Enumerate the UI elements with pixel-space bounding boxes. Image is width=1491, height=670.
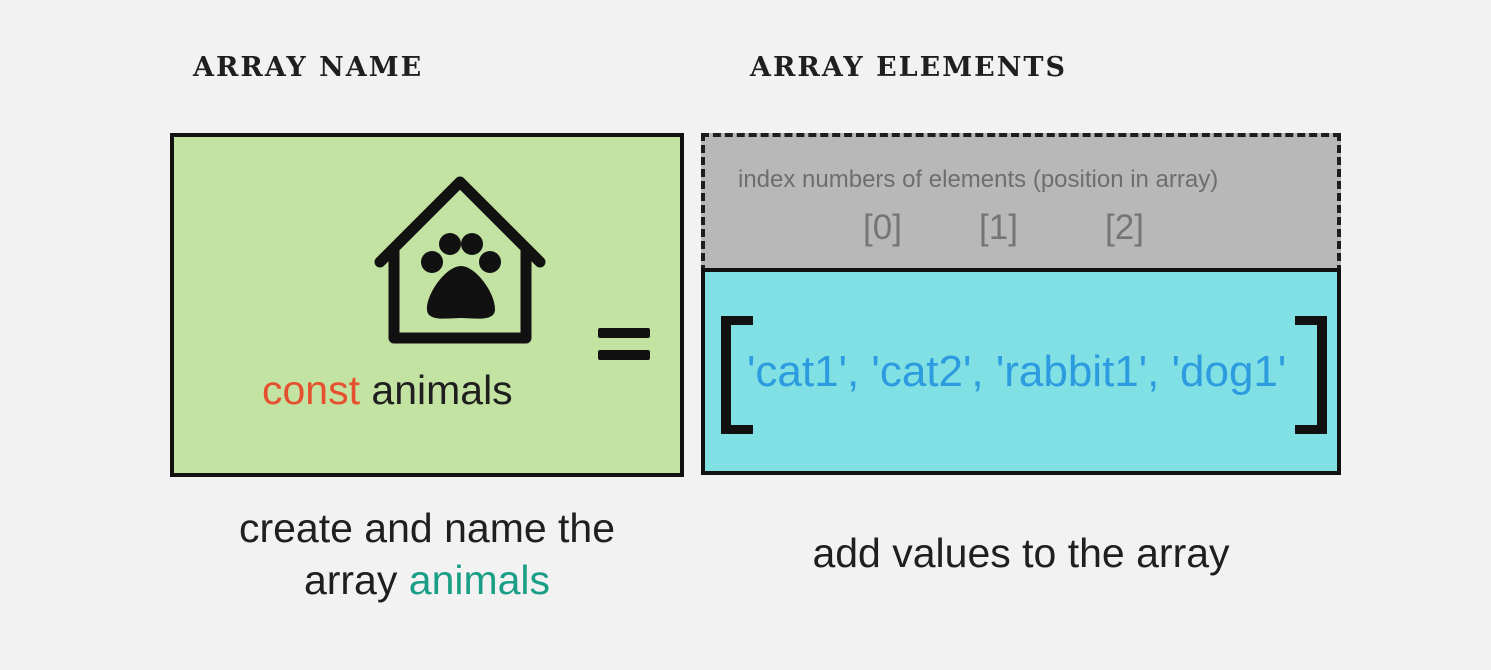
highlighted-array-name: animals xyxy=(408,557,551,603)
right-bracket xyxy=(1295,316,1327,434)
array-name-box: const animals xyxy=(170,133,684,477)
index-label: [2] xyxy=(1105,208,1144,247)
equals-sign xyxy=(598,325,650,363)
array-variable-name: animals xyxy=(371,367,513,413)
array-name-caption: create and name the array animals xyxy=(170,502,684,606)
index-caption: index numbers of elements (position in a… xyxy=(738,166,1219,193)
array-name-heading: ARRAY NAME xyxy=(193,52,424,83)
array-elements-caption: add values to the array xyxy=(812,530,1230,576)
array-values: 'cat1', 'cat2', 'rabbit1', 'dog1' xyxy=(747,347,1287,396)
array-elements-heading: ARRAY ELEMENTS xyxy=(750,52,1067,83)
index-numbers-box: index numbers of elements (position in a… xyxy=(701,133,1341,273)
index-label: [1] xyxy=(979,208,1018,247)
dog-house-paw-icon xyxy=(374,176,546,344)
caption-line: create and name the xyxy=(238,505,616,551)
index-label: [0] xyxy=(863,208,902,247)
const-keyword: const xyxy=(262,367,360,413)
caption-text: array xyxy=(303,557,398,603)
caption-line: array animals xyxy=(170,554,684,606)
array-declaration: const animals xyxy=(262,367,513,414)
array-values-box: 'cat1', 'cat2', 'rabbit1', 'dog1' xyxy=(701,268,1341,475)
